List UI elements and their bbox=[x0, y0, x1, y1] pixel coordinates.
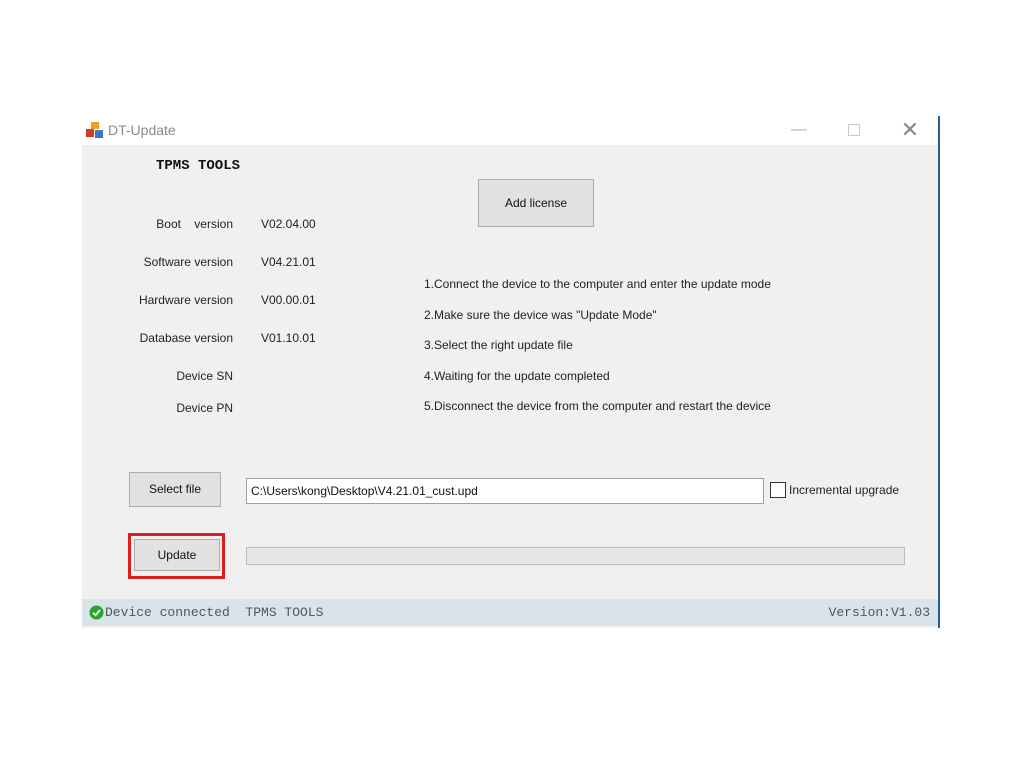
update-button-highlight bbox=[128, 533, 225, 579]
boot-version-value: V02.04.00 bbox=[261, 217, 316, 231]
app-version-text: Version:V1.03 bbox=[828, 605, 930, 620]
status-bar: Device connected TPMS TOOLS Version:V1.0… bbox=[82, 599, 938, 626]
instruction-step-5: 5.Disconnect the device from the compute… bbox=[424, 399, 771, 413]
update-progress-bar bbox=[246, 547, 905, 565]
software-version-label: Software version bbox=[143, 255, 233, 269]
title-bar: DT-Update — ✕ bbox=[82, 116, 938, 145]
instruction-step-2: 2.Make sure the device was "Update Mode" bbox=[424, 308, 657, 322]
tool-heading: TPMS TOOLS bbox=[156, 158, 241, 174]
instruction-step-3: 3.Select the right update file bbox=[424, 338, 573, 352]
hardware-version-label: Hardware version bbox=[138, 293, 233, 307]
file-path-input[interactable] bbox=[246, 478, 764, 504]
incremental-upgrade-checkbox[interactable] bbox=[770, 482, 786, 498]
maximize-icon bbox=[848, 123, 860, 136]
check-circle-icon bbox=[89, 605, 104, 620]
database-version-label: Database version bbox=[139, 331, 233, 345]
window-title: DT-Update bbox=[108, 122, 176, 138]
minimize-button[interactable]: — bbox=[779, 116, 819, 145]
device-sn-label: Device SN bbox=[176, 369, 233, 383]
add-license-button[interactable]: Add license bbox=[478, 179, 594, 227]
software-version-value: V04.21.01 bbox=[261, 255, 316, 269]
device-pn-label: Device PN bbox=[176, 401, 233, 415]
app-window: DT-Update — ✕ TPMS TOOLS Boot version V0… bbox=[82, 116, 940, 628]
connection-status-text: Device connected TPMS TOOLS bbox=[105, 605, 324, 620]
instruction-step-1: 1.Connect the device to the computer and… bbox=[424, 277, 771, 291]
select-file-button[interactable]: Select file bbox=[129, 472, 221, 507]
maximize-button[interactable] bbox=[834, 116, 874, 145]
instruction-step-4: 4.Waiting for the update completed bbox=[424, 369, 610, 383]
app-icon bbox=[86, 122, 103, 138]
incremental-upgrade-label[interactable]: Incremental upgrade bbox=[789, 483, 899, 497]
close-button[interactable]: ✕ bbox=[890, 116, 930, 145]
boot-version-label: Boot version bbox=[156, 217, 233, 231]
database-version-value: V01.10.01 bbox=[261, 331, 316, 345]
hardware-version-value: V00.00.01 bbox=[261, 293, 316, 307]
